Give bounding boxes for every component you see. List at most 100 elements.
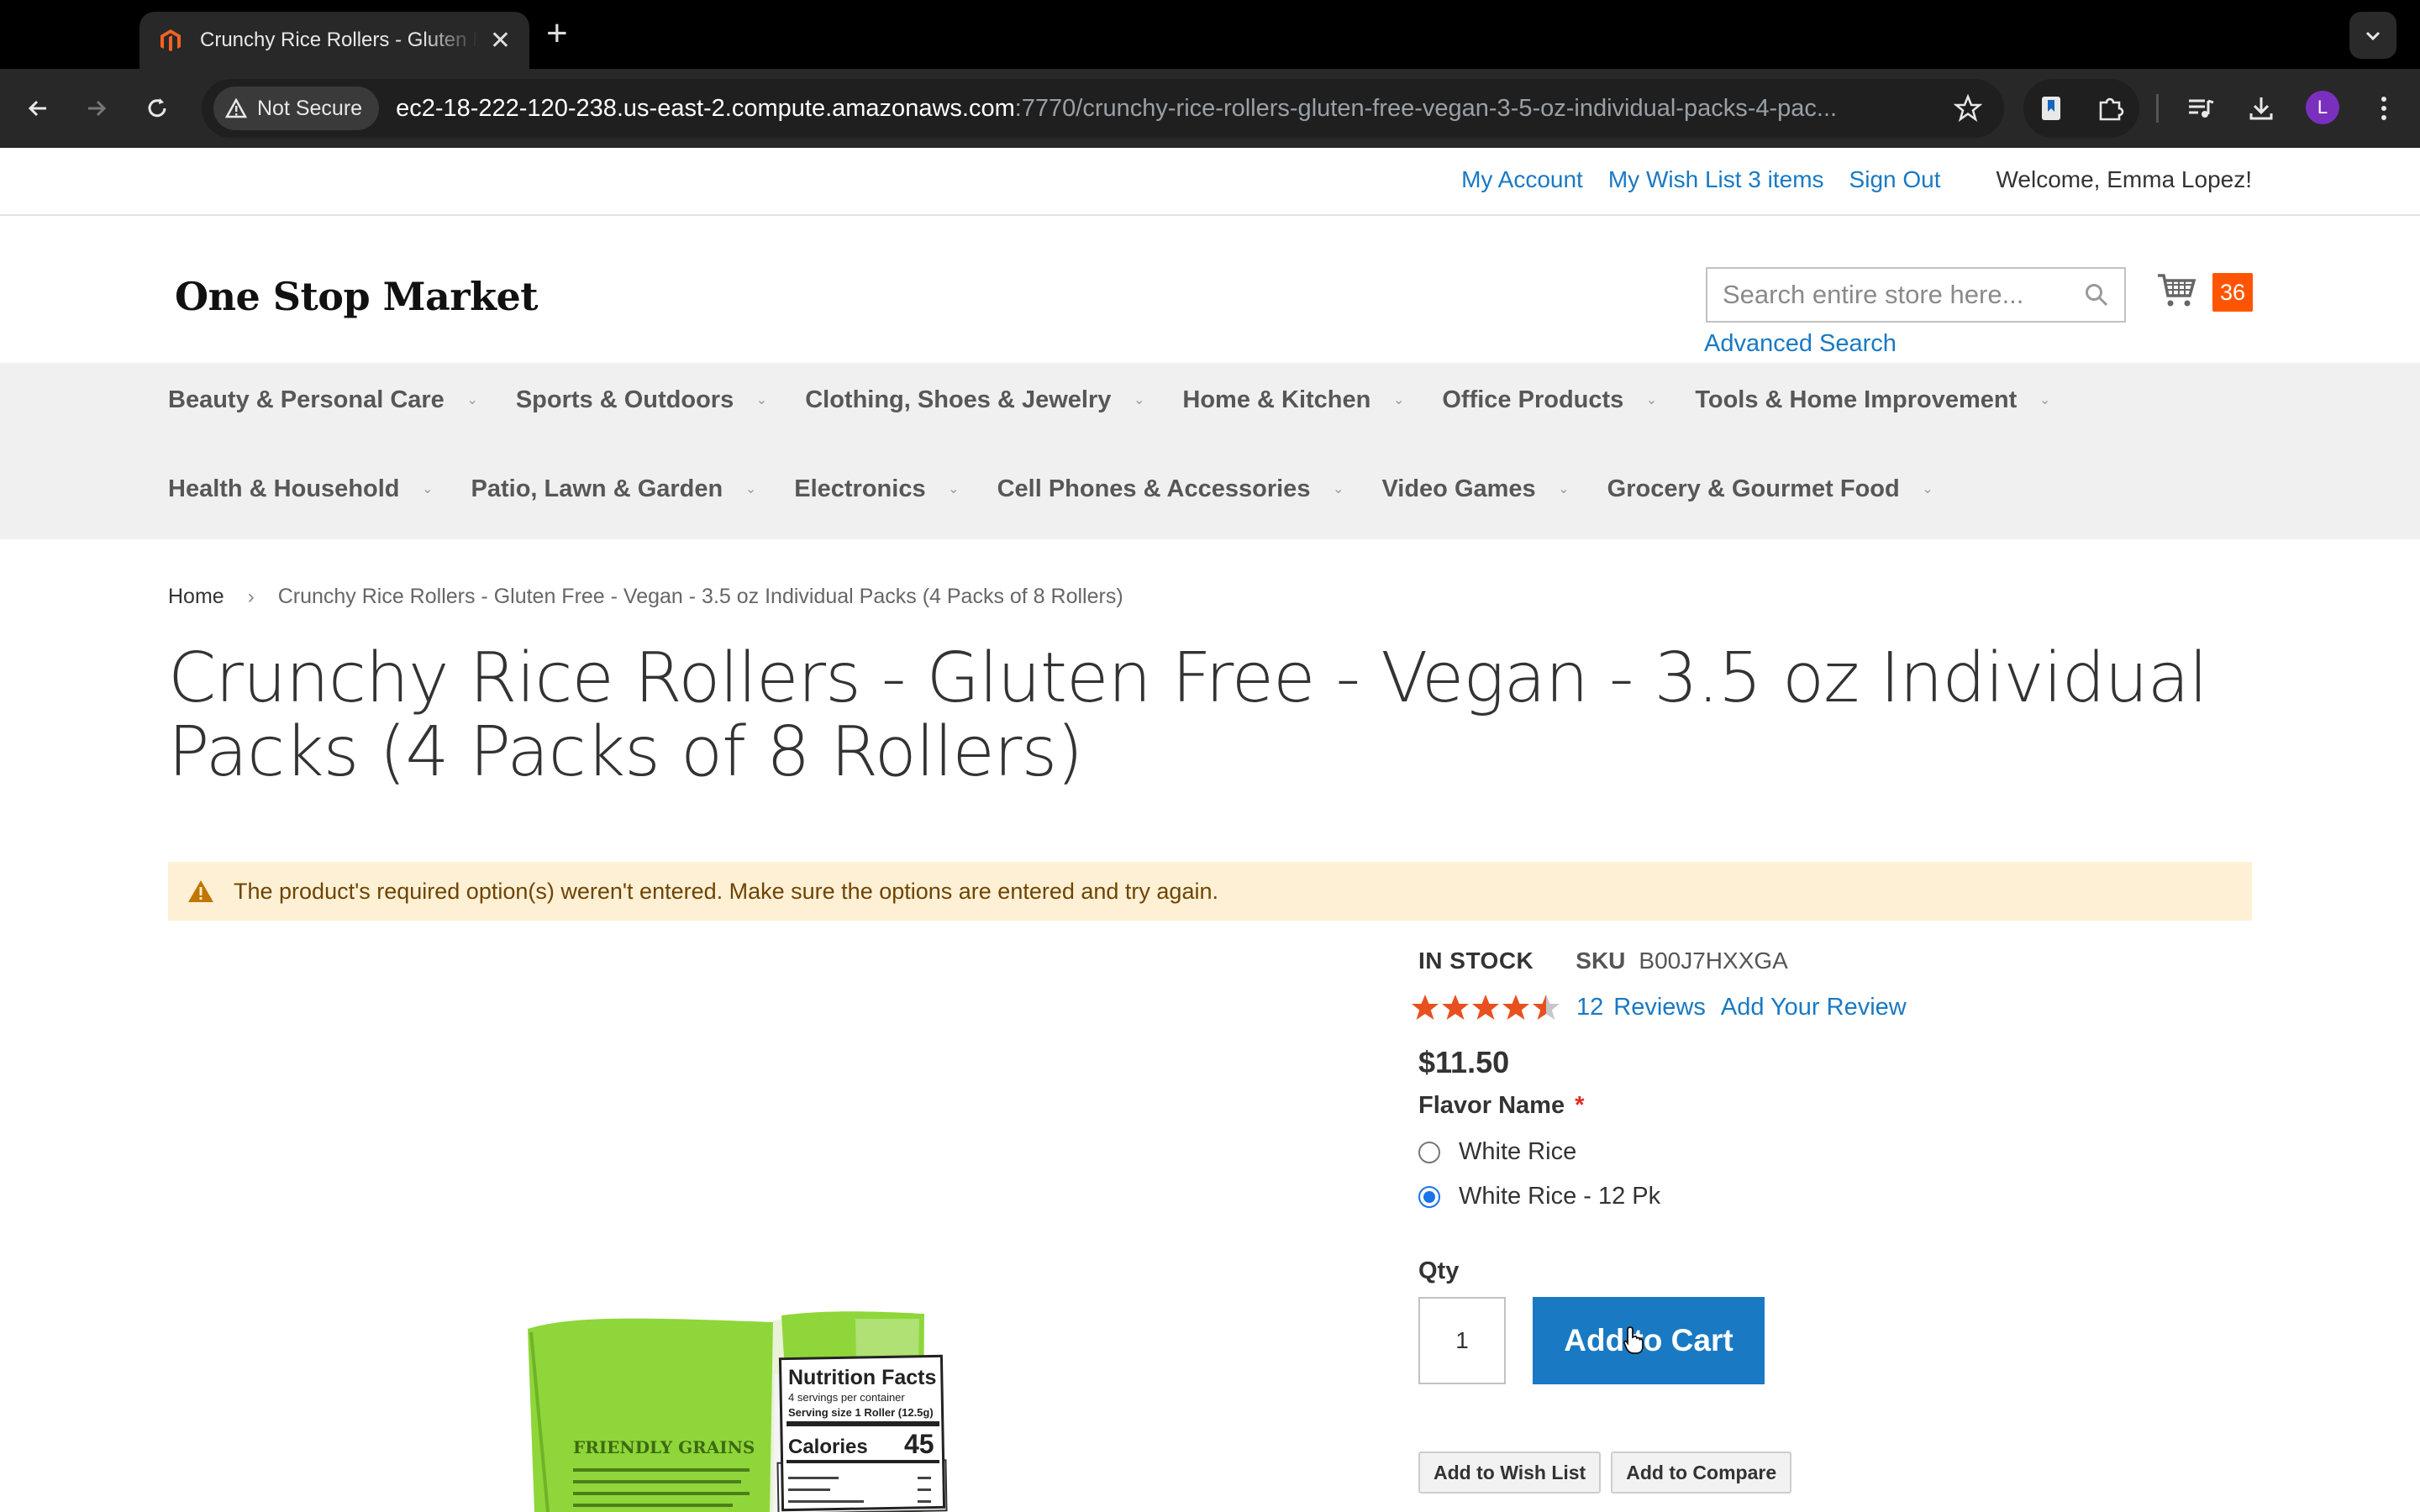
- browser-menu-button[interactable]: [2365, 89, 2403, 128]
- option-label: White Rice: [1459, 1138, 1577, 1165]
- back-button[interactable]: [17, 87, 59, 129]
- profile-avatar[interactable]: L: [2306, 91, 2339, 124]
- extension-icon[interactable]: [2032, 89, 2070, 128]
- security-label: Not Secure: [257, 96, 363, 120]
- close-tab-icon[interactable]: ✕: [490, 26, 511, 55]
- shopping-cart-icon[interactable]: [2156, 272, 2196, 309]
- nav-sports-outdoors[interactable]: Sports & Outdoors ⌄: [516, 386, 767, 414]
- breadcrumb-current: Crunchy Rice Rollers - Gluten Free - Veg…: [277, 585, 1123, 608]
- sign-out-link[interactable]: Sign Out: [1849, 166, 1941, 193]
- new-tab-icon[interactable]: +: [546, 15, 568, 52]
- reload-button[interactable]: [136, 87, 178, 129]
- error-message: The product's required option(s) weren't…: [168, 862, 2252, 921]
- sku-label: SKU: [1576, 948, 1626, 974]
- qty-row: Add to Cart: [1418, 1297, 2259, 1384]
- star-icon: [1442, 995, 1469, 1020]
- nav-item-label: Health & Household: [168, 475, 400, 502]
- nav-item-label: Sports & Outdoors: [515, 386, 734, 413]
- nav-beauty-personal-care[interactable]: Beauty & Personal Care ⌄: [168, 386, 478, 414]
- forward-arrow-icon: [88, 100, 107, 117]
- nutrition-calories-label: Calories: [788, 1436, 868, 1458]
- review-count-link[interactable]: 12: [1576, 994, 1603, 1021]
- chevron-down-icon: ⌄: [1645, 393, 1658, 407]
- flavor-option-white-rice[interactable]: White Rice: [1418, 1138, 2259, 1166]
- nutrition-title: Nutrition Facts: [788, 1366, 936, 1389]
- nav-video-games[interactable]: Video Games ⌄: [1381, 475, 1569, 503]
- tab-title: Crunchy Rice Rollers - Gluten Free - Veg…: [200, 29, 478, 51]
- address-bar[interactable]: Not Secure ec2-18-222-120-238.us-east-2.…: [202, 79, 2004, 138]
- product-info: IN STOCK SKU B00J7HXXGA 12 Reviews Add Y…: [1412, 937, 2259, 1494]
- nav-item-label: Patio, Lawn & Garden: [471, 475, 723, 502]
- flavor-option-label: Flavor Name *: [1418, 1092, 2259, 1120]
- option-label: White Rice - 12 Pk: [1459, 1183, 1661, 1210]
- chevron-down-icon: ⌄: [744, 482, 757, 496]
- nav-home-kitchen[interactable]: Home & Kitchen ⌄: [1182, 386, 1404, 414]
- nav-tools-home-improvement[interactable]: Tools & Home Improvement ⌄: [1695, 386, 2050, 414]
- category-nav-row-2: Health & Household ⌄ Patio, Lawn & Garden…: [168, 475, 1971, 503]
- qty-input[interactable]: [1418, 1297, 1506, 1384]
- bookmark-star-icon[interactable]: [1954, 94, 1982, 123]
- radio-white-rice-12pk[interactable]: [1418, 1185, 1440, 1208]
- nav-item-label: Beauty & Personal Care: [168, 386, 445, 413]
- add-to-cart-button[interactable]: Add to Cart: [1533, 1297, 1765, 1384]
- stock-status: IN STOCK: [1418, 948, 1534, 974]
- kebab-menu-icon: [2381, 97, 2386, 120]
- site-info-chip[interactable]: Not Secure: [213, 87, 380, 130]
- nav-grocery-gourmet-food[interactable]: Grocery & Gourmet Food ⌄: [1607, 475, 1933, 503]
- toolbar-divider: [2156, 94, 2159, 123]
- product-image-gallery[interactable]: FRIENDLY GRAINS Nutrition Facts 4 servin…: [168, 937, 1378, 1512]
- puzzle-icon: [2099, 97, 2124, 121]
- category-nav: Beauty & Personal Care ⌄ Sports & Outdoor…: [0, 363, 2420, 539]
- page-header-panel: My Account My Wish List 3 items Sign Out…: [0, 148, 2420, 216]
- store-logo[interactable]: One Stop Market: [175, 274, 538, 319]
- my-wish-list-link[interactable]: My Wish List 3 items: [1608, 166, 1824, 193]
- browser-tab[interactable]: Crunchy Rice Rollers - Gluten Free - Veg…: [139, 12, 529, 69]
- flavor-option-white-rice-12pk[interactable]: White Rice - 12 Pk: [1418, 1183, 2259, 1210]
- stock-sku-row: IN STOCK SKU B00J7HXXGA: [1418, 948, 2259, 974]
- search-input[interactable]: [1723, 280, 2084, 310]
- nav-patio-lawn-garden[interactable]: Patio, Lawn & Garden ⌄: [471, 475, 757, 503]
- page-title: Crunchy Rice Rollers - Gluten Free - Veg…: [168, 638, 2208, 792]
- breadcrumb-home-link[interactable]: Home: [168, 585, 224, 609]
- downloads-button[interactable]: [2242, 89, 2281, 128]
- nav-item-label: Tools & Home Improvement: [1695, 386, 2018, 413]
- nav-health-household[interactable]: Health & Household ⌄: [168, 475, 434, 503]
- star-icon: [1502, 995, 1529, 1020]
- header-links: My Account My Wish List 3 items Sign Out…: [1461, 166, 2252, 193]
- nav-item-label: Office Products: [1442, 386, 1624, 413]
- extensions-button[interactable]: [2091, 89, 2129, 128]
- nav-cell-phones-accessories[interactable]: Cell Phones & Accessories ⌄: [997, 475, 1344, 503]
- reload-icon: [148, 98, 166, 118]
- chevron-down-icon: ⌄: [2039, 393, 2051, 407]
- nav-clothing-shoes-jewelry[interactable]: Clothing, Shoes & Jewelry ⌄: [805, 386, 1144, 414]
- playlist-icon: [2189, 99, 2214, 118]
- tab-search-button[interactable]: [2349, 12, 2396, 59]
- star-icon: [1472, 995, 1499, 1020]
- my-account-link[interactable]: My Account: [1461, 166, 1583, 193]
- warning-icon: [188, 880, 213, 902]
- cart-count-badge[interactable]: 36: [2212, 273, 2253, 312]
- nav-electronics[interactable]: Electronics ⌄: [794, 475, 959, 503]
- welcome-message: Welcome, Emma Lopez!: [1996, 166, 2253, 192]
- star-icon: [1412, 995, 1439, 1020]
- chevron-right-icon: ›: [247, 585, 255, 608]
- search-icon[interactable]: [2084, 282, 2109, 307]
- add-to-compare-button[interactable]: Add to Compare: [1611, 1452, 1792, 1494]
- nav-item-label: Cell Phones & Accessories: [997, 475, 1311, 502]
- reviews-link[interactable]: Reviews: [1613, 994, 1706, 1021]
- chevron-down-icon: ⌄: [466, 393, 478, 407]
- forward-button[interactable]: [76, 87, 118, 129]
- add-review-link[interactable]: Add Your Review: [1721, 994, 1907, 1021]
- url-text[interactable]: ec2-18-222-120-238.us-east-2.compute.ama…: [396, 95, 1908, 123]
- nav-office-products[interactable]: Office Products ⌄: [1442, 386, 1657, 414]
- media-controls-button[interactable]: [2181, 89, 2220, 128]
- bookmark-extension-icon: [2042, 97, 2060, 120]
- nav-item-label: Grocery & Gourmet Food: [1607, 475, 1900, 502]
- chevron-down-icon: ⌄: [948, 482, 960, 496]
- radio-white-rice[interactable]: [1418, 1141, 1440, 1163]
- advanced-search-link[interactable]: Advanced Search: [1704, 330, 1897, 358]
- chevron-down-icon: ⌄: [1922, 482, 1933, 496]
- breadcrumb: Home › Crunchy Rice Rollers - Gluten Fre…: [168, 585, 1123, 609]
- add-to-wishlist-button[interactable]: Add to Wish List: [1418, 1452, 1602, 1494]
- chevron-down-icon: ⌄: [1558, 482, 1570, 496]
